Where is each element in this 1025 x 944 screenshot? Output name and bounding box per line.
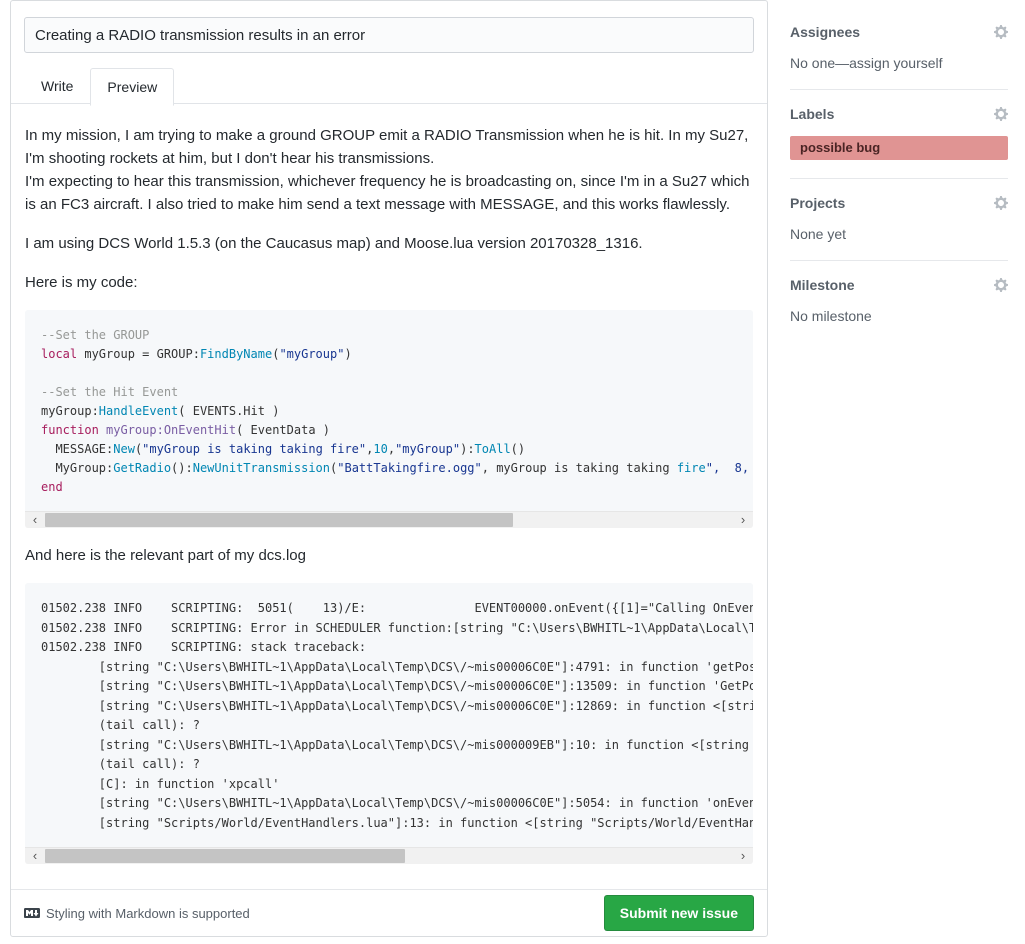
paragraph-versions: I am using DCS World 1.5.3 (on the Cauca… (25, 232, 753, 255)
scrollbar-thumb[interactable] (45, 849, 405, 863)
issue-preview-body: In my mission, I am trying to make a gro… (11, 104, 767, 890)
form-footer: Styling with Markdown is supported Submi… (11, 889, 767, 936)
scroll-right-icon[interactable]: › (735, 512, 751, 528)
labels-heading: Labels (790, 106, 834, 122)
gear-icon[interactable] (994, 277, 1008, 293)
log-block-lines: 01502.238 INFO SCRIPTING: 5051( 13)/E: E… (25, 583, 753, 847)
scroll-right-icon[interactable]: › (735, 848, 751, 864)
write-preview-tabnav: WritePreview (11, 67, 767, 104)
assignees-heading: Assignees (790, 24, 860, 40)
scroll-left-icon[interactable]: ‹ (27, 848, 43, 864)
paragraph-mission: In my mission, I am trying to make a gro… (25, 124, 753, 216)
gear-icon[interactable] (994, 106, 1008, 122)
sidebar-section-milestone: Milestone No milestone (790, 261, 1008, 342)
assignees-value[interactable]: No one—assign yourself (790, 55, 1008, 71)
issue-title-input[interactable] (24, 17, 754, 53)
paragraph-log-intro: And here is the relevant part of my dcs.… (25, 544, 753, 567)
issue-sidebar: Assignees No one—assign yourself Labels … (790, 8, 1008, 342)
new-issue-form: WritePreview In my mission, I am trying … (10, 0, 768, 937)
scrollbar-thumb[interactable] (45, 513, 513, 527)
dcs-log-block: 01502.238 INFO SCRIPTING: 5051( 13)/E: E… (25, 583, 753, 864)
paragraph-mission-line1: In my mission, I am trying to make a gro… (25, 127, 748, 167)
projects-value: None yet (790, 226, 1008, 242)
log-block-hscrollbar[interactable]: ‹ › (25, 847, 753, 864)
sidebar-section-projects: Projects None yet (790, 179, 1008, 261)
submit-new-issue-button[interactable]: Submit new issue (604, 895, 754, 931)
markdown-icon (24, 905, 40, 921)
markdown-supported-link[interactable]: Styling with Markdown is supported (24, 905, 250, 921)
label-possible-bug[interactable]: possible bug (790, 136, 1008, 160)
gear-icon[interactable] (994, 24, 1008, 40)
code-block-lines: --Set the GROUPlocal myGroup = GROUP:Fin… (25, 310, 753, 511)
paragraph-code-intro: Here is my code: (25, 271, 753, 294)
sidebar-section-labels: Labels possible bug (790, 90, 1008, 179)
milestone-heading: Milestone (790, 277, 855, 293)
lua-code-block: --Set the GROUPlocal myGroup = GROUP:Fin… (25, 310, 753, 528)
sidebar-section-assignees: Assignees No one—assign yourself (790, 8, 1008, 90)
markdown-note-text: Styling with Markdown is supported (46, 906, 250, 921)
scroll-left-icon[interactable]: ‹ (27, 512, 43, 528)
paragraph-mission-line2: I'm expecting to hear this transmission,… (25, 173, 749, 213)
code-block-hscrollbar[interactable]: ‹ › (25, 511, 753, 528)
tab-write[interactable]: Write (24, 67, 90, 105)
gear-icon[interactable] (994, 195, 1008, 211)
projects-heading: Projects (790, 195, 845, 211)
tab-preview[interactable]: Preview (90, 68, 174, 106)
milestone-value: No milestone (790, 308, 1008, 324)
